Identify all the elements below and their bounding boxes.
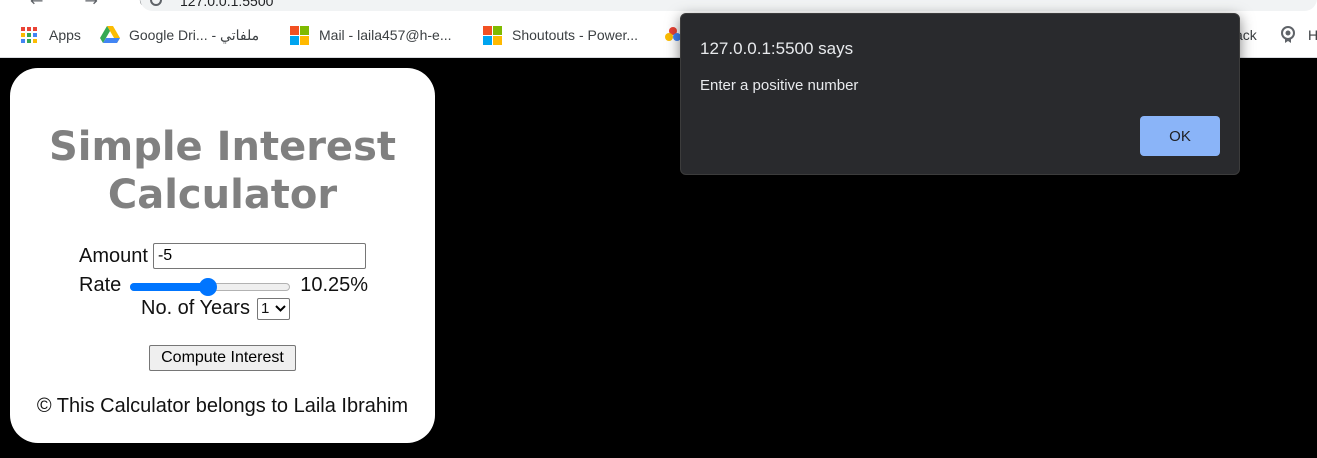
years-row: No. of Years 1 [141,297,291,320]
years-select[interactable]: 1 [256,297,291,320]
page-title: Simple Interest Calculator [10,123,435,219]
amount-input[interactable] [152,243,366,269]
browser-toolbar: ← → C 127.0.0.1:5500 [0,0,1317,12]
slider-thumb[interactable] [199,277,218,296]
bookmark-shoutouts[interactable]: Shoutouts - Power... [483,24,638,46]
rate-label: Rate [79,274,122,296]
alert-dialog: 127.0.0.1:5500 says Enter a positive num… [680,13,1240,175]
address-bar[interactable]: 127.0.0.1:5500 [140,0,1317,11]
dialog-message: Enter a positive number [700,77,859,94]
rate-slider[interactable] [130,277,291,296]
address-bar-url: 127.0.0.1:5500 [180,0,274,9]
bookmark-label: Google Dri... - ملفاتي [129,26,260,43]
chevron-down-icon [275,305,287,312]
slider-fill [130,282,209,291]
bookmark-partial-h[interactable]: H [1279,24,1317,46]
bookmark-label: Mail - laila457@h-e... [319,27,452,43]
ok-button[interactable]: OK [1140,116,1220,156]
google-drive-icon [100,26,120,44]
title-line-2: Calculator [107,172,338,218]
site-info-icon[interactable] [150,0,162,6]
dialog-title: 127.0.0.1:5500 says [700,39,854,58]
compute-interest-button[interactable]: Compute Interest [149,345,296,371]
rate-value: 10.25% [300,274,369,296]
years-label: No. of Years [141,297,250,319]
bookmark-mail[interactable]: Mail - laila457@h-e... [290,24,452,46]
bookmark-label: H [1308,27,1317,43]
badge-icon [1279,26,1297,44]
rate-row: Rate 10.25% [79,274,368,297]
bookmark-label: Apps [49,27,81,43]
amount-label: Amount [79,244,148,267]
bookmark-label: Shoutouts - Power... [512,27,639,43]
footer-credit: © This Calculator belongs to Laila Ibrah… [36,395,409,417]
microsoft-logo-icon [483,26,502,45]
microsoft-logo-icon [290,26,309,45]
amount-row: Amount [79,243,366,269]
bookmark-google-drive[interactable]: Google Dri... - ملفاتي [100,24,259,46]
calculator-card: Simple Interest Calculator Amount Rate 1… [10,68,435,443]
bookmark-apps[interactable]: Apps [20,24,81,46]
apps-grid-icon [20,26,38,44]
years-value: 1 [260,300,270,317]
title-line-1: Simple Interest [49,124,396,170]
